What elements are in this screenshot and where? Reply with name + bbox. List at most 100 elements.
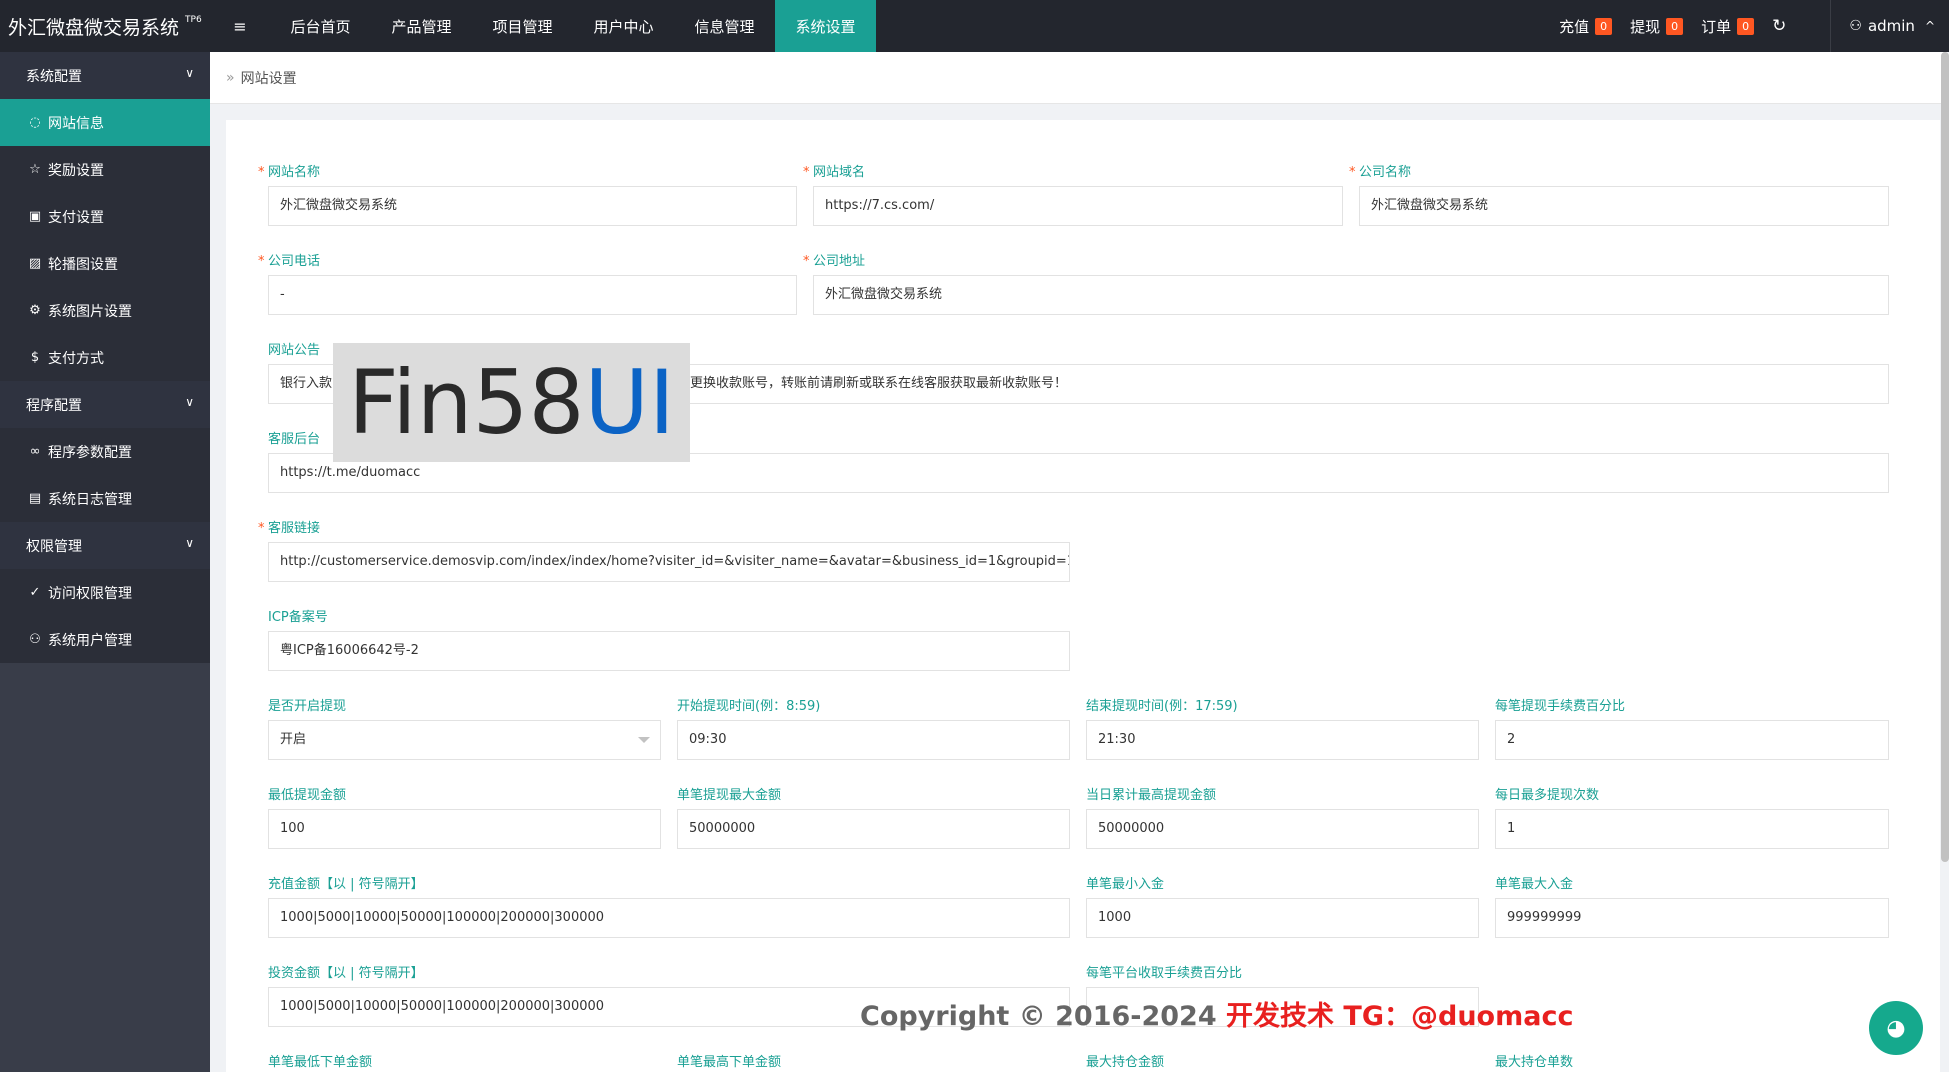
sidebar-item-label: 系统日志管理	[48, 491, 132, 508]
copyright-contact: 开发技术 TG：@duomacc	[1226, 1001, 1574, 1032]
company-name-input[interactable]: 外汇微盘微交易系统	[1359, 186, 1889, 226]
field-site-domain: * 网站域名 https://7.cs.com/	[803, 164, 1343, 226]
sidebar-group-system-config[interactable]: 系统配置 ∨	[0, 52, 210, 99]
page-scrollbar[interactable]	[1941, 52, 1949, 862]
max-order-label: 单笔最高下单金额	[677, 1055, 782, 1070]
nav-item-users[interactable]: 用户中心	[573, 0, 674, 52]
gear-icon: ⚙	[29, 303, 41, 318]
username: admin	[1867, 17, 1915, 35]
chevron-down-icon: ∨	[185, 66, 194, 80]
site-domain-input[interactable]: https://7.cs.com/	[813, 186, 1343, 226]
min-withdraw-label: 最低提现金额	[268, 788, 347, 803]
max-deposit-input[interactable]: 999999999	[1495, 898, 1889, 938]
required-mark: *	[803, 165, 810, 180]
max-withdraw-single-input[interactable]: 50000000	[677, 809, 1070, 849]
field-max-withdraw-times: 每日最多提现次数 1	[1495, 787, 1889, 849]
field-max-deposit: 单笔最大入金 999999999	[1495, 876, 1889, 938]
sidebar-item-system-users[interactable]: ⚇ 系统用户管理	[0, 616, 210, 663]
breadcrumb-separator-icon: »	[226, 69, 235, 86]
chevron-down-icon	[638, 737, 650, 743]
company-phone-input[interactable]: -	[268, 275, 797, 315]
field-min-order: 单笔最低下单金额	[268, 1054, 661, 1072]
notice-value-start: 银行入款	[280, 376, 333, 391]
withdraw-end-label: 结束提现时间(例：17:59)	[1086, 699, 1238, 714]
max-withdraw-daily-label: 当日累计最高提现金额	[1086, 788, 1217, 803]
sidebar-item-site-info[interactable]: ◌ 网站信息	[0, 99, 210, 146]
sidebar-item-label: 网站信息	[48, 115, 104, 132]
field-max-order: 单笔最高下单金额	[677, 1054, 1070, 1072]
nav-item-info[interactable]: 信息管理	[674, 0, 775, 52]
user-menu[interactable]: ⚇ admin ^	[1849, 17, 1935, 35]
refresh-icon[interactable]: ↻	[1772, 16, 1786, 36]
caret-up-icon: ^	[1924, 19, 1935, 33]
recharge-link[interactable]: 充值 0	[1559, 16, 1613, 37]
withdraw-fee-input[interactable]: 2	[1495, 720, 1889, 760]
brand-logo[interactable]: 外汇微盘微交易系统 TP6	[0, 0, 210, 52]
breadcrumb: » 网站设置	[210, 52, 1947, 104]
required-mark: *	[258, 254, 265, 269]
withdraw-start-input[interactable]: 09:30	[677, 720, 1070, 760]
field-withdraw-start: 开始提现时间(例：8:59) 09:30	[677, 698, 1070, 760]
user-divider	[1830, 0, 1832, 52]
sidebar-group-permissions[interactable]: 权限管理 ∨	[0, 522, 210, 569]
withdraw-enabled-label: 是否开启提现	[268, 699, 347, 714]
image-icon: ▨	[28, 256, 42, 271]
recharge-amounts-label: 充值金额【以 | 符号隔开】	[268, 877, 424, 892]
field-min-deposit: 单笔最小入金 1000	[1086, 876, 1479, 938]
sidebar-item-label: 支付方式	[48, 350, 104, 367]
max-position-amount-label: 最大持仓金额	[1086, 1055, 1165, 1070]
min-deposit-input[interactable]: 1000	[1086, 898, 1479, 938]
brand-title: 外汇微盘微交易系统	[8, 16, 180, 39]
required-mark: *	[1349, 165, 1356, 180]
max-withdraw-daily-input[interactable]: 50000000	[1086, 809, 1479, 849]
sidebar-group-program-config[interactable]: 程序配置 ∨	[0, 381, 210, 428]
site-name-label: 网站名称	[268, 165, 321, 180]
sidebar-item-system-images[interactable]: ⚙ 系统图片设置	[0, 287, 210, 334]
max-withdraw-single-label: 单笔提现最大金额	[677, 788, 782, 803]
watermark-text-a: Fin58	[348, 351, 585, 454]
field-service-link: * 客服链接 http://customerservice.demosvip.co…	[258, 520, 1070, 582]
brand-version: TP6	[185, 15, 202, 25]
service-link-input[interactable]: http://customerservice.demosvip.com/inde…	[268, 542, 1070, 582]
user-icon: ⚇	[1849, 18, 1862, 34]
sidebar-item-label: 轮播图设置	[48, 256, 118, 273]
user-icon: ⚇	[29, 632, 41, 647]
company-address-input[interactable]: 外汇微盘微交易系统	[813, 275, 1889, 315]
site-name-input[interactable]: 外汇微盘微交易系统	[268, 186, 797, 226]
min-withdraw-input[interactable]: 100	[268, 809, 661, 849]
log-icon: ▤	[28, 491, 42, 506]
max-position-count-label: 最大持仓单数	[1495, 1055, 1574, 1070]
nav-item-dashboard[interactable]: 后台首页	[270, 0, 371, 52]
field-recharge-amounts: 充值金额【以 | 符号隔开】 1000|5000|10000|50000|100…	[268, 876, 1070, 938]
icp-input[interactable]: 粤ICP备16006642号-2	[268, 631, 1070, 671]
top-right-toolbar: 充值 0 提现 0 订单 0 ↻ ⚇ admin ^	[1559, 0, 1949, 52]
withdraw-enabled-value: 开启	[280, 732, 307, 747]
sidebar-item-system-logs[interactable]: ▤ 系统日志管理	[0, 475, 210, 522]
breadcrumb-current[interactable]: 网站设置	[241, 68, 297, 88]
sidebar-item-rewards[interactable]: ☆ 奖励设置	[0, 146, 210, 193]
withdraw-fee-label: 每笔提现手续费百分比	[1495, 699, 1626, 714]
recharge-amounts-input[interactable]: 1000|5000|10000|50000|100000|200000|3000…	[268, 898, 1070, 938]
sidebar-item-payment-methods[interactable]: $ 支付方式	[0, 334, 210, 381]
order-label: 订单	[1701, 17, 1732, 36]
withdraw-start-label: 开始提现时间(例：8:59)	[677, 699, 821, 714]
sidebar-item-program-params[interactable]: ∞ 程序参数配置	[0, 428, 210, 475]
sidebar-item-carousel[interactable]: ▨ 轮播图设置	[0, 240, 210, 287]
withdraw-end-input[interactable]: 21:30	[1086, 720, 1479, 760]
service-link-label: 客服链接	[268, 521, 321, 536]
sidebar-item-access-permissions[interactable]: ✓ 访问权限管理	[0, 569, 210, 616]
order-link[interactable]: 订单 0	[1701, 16, 1755, 37]
sidebar-group-label: 权限管理	[26, 538, 82, 555]
notice-value-end: 更换收款账号，转账前请刷新或联系在线客服获取最新收款账号！	[690, 376, 1068, 391]
copyright-overlay: Copyright © 2016-2024 开发技术 TG：@duomacc	[860, 994, 1573, 1033]
withdraw-enabled-select[interactable]: 开启	[268, 720, 661, 760]
nav-item-system-settings[interactable]: 系统设置	[775, 0, 876, 52]
dollar-icon: $	[30, 350, 40, 365]
nav-item-products[interactable]: 产品管理	[371, 0, 472, 52]
nav-item-projects[interactable]: 项目管理	[472, 0, 573, 52]
menu-toggle-icon[interactable]: ≡	[210, 0, 270, 52]
sidebar-item-payment-settings[interactable]: ▣ 支付设置	[0, 193, 210, 240]
max-withdraw-times-input[interactable]: 1	[1495, 809, 1889, 849]
withdraw-link[interactable]: 提现 0	[1630, 16, 1684, 37]
support-chat-button[interactable]: ◕	[1869, 1001, 1923, 1055]
